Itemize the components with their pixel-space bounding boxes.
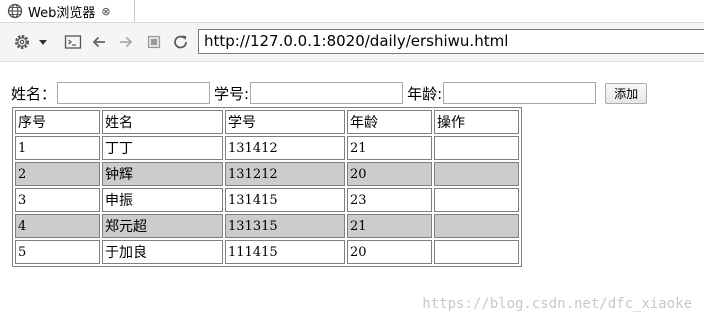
cell-no: 1 <box>15 136 100 160</box>
header-action: 操作 <box>434 110 519 134</box>
name-label: 姓名： <box>11 84 57 103</box>
cell-no: 3 <box>15 188 100 212</box>
back-icon[interactable] <box>90 33 108 51</box>
cell-age: 20 <box>347 162 432 186</box>
tab-title: Web浏览器 <box>28 5 96 21</box>
cell-student-id: 131415 <box>225 188 345 212</box>
add-student-form: 姓名： 学号: 年龄: 添加 <box>11 82 648 104</box>
cell-name: 郑元超 <box>102 214 223 238</box>
student-id-input[interactable] <box>250 82 404 104</box>
watermark: https://blog.csdn.net/dfc_xiaoke <box>422 296 692 312</box>
globe-icon <box>7 3 23 19</box>
name-input[interactable] <box>57 82 211 104</box>
cell-age: 20 <box>347 240 432 264</box>
forward-icon[interactable] <box>117 33 135 51</box>
cell-no: 5 <box>15 240 100 264</box>
add-button[interactable]: 添加 <box>605 82 648 104</box>
cell-student-id: 131412 <box>225 136 345 160</box>
table-row: 4 郑元超 131315 21 <box>15 214 519 238</box>
table-row: 2 钟辉 131212 20 <box>15 162 519 186</box>
cell-name: 丁丁 <box>102 136 223 160</box>
reload-icon[interactable] <box>172 33 190 51</box>
table-header-row: 序号 姓名 学号 年龄 操作 <box>15 110 519 134</box>
cell-student-id: 131212 <box>225 162 345 186</box>
header-age: 年龄 <box>347 110 432 134</box>
url-input[interactable]: http://127.0.0.1:8020/daily/ershiwu.html <box>198 29 704 54</box>
cell-action <box>434 214 519 238</box>
page-content: 姓名： 学号: 年龄: 添加 序号 姓名 学号 年龄 操作 1 丁丁 13141… <box>0 62 704 322</box>
table-row: 3 申振 131415 23 <box>15 188 519 212</box>
student-table: 序号 姓名 学号 年龄 操作 1 丁丁 131412 21 2 钟辉 13121… <box>12 107 522 267</box>
cell-no: 4 <box>15 214 100 238</box>
cell-student-id: 131315 <box>225 214 345 238</box>
cell-action <box>434 188 519 212</box>
cell-no: 2 <box>15 162 100 186</box>
cell-age: 21 <box>347 136 432 160</box>
cell-action <box>434 162 519 186</box>
cell-student-id: 111415 <box>225 240 345 264</box>
tab-strip: Web浏览器 ⊗ <box>0 0 704 23</box>
cell-name: 于加良 <box>102 240 223 264</box>
browser-tab[interactable]: Web浏览器 ⊗ <box>0 0 135 22</box>
header-name: 姓名 <box>102 110 223 134</box>
age-input[interactable] <box>443 82 597 104</box>
stop-icon[interactable] <box>145 33 163 51</box>
table-row: 1 丁丁 131412 21 <box>15 136 519 160</box>
cell-name: 申振 <box>102 188 223 212</box>
dropdown-icon[interactable] <box>37 33 49 51</box>
cell-name: 钟辉 <box>102 162 223 186</box>
cell-action <box>434 136 519 160</box>
cell-action <box>434 240 519 264</box>
gear-icon[interactable] <box>13 33 31 51</box>
close-icon[interactable]: ⊗ <box>101 5 110 18</box>
terminal-icon[interactable] <box>64 33 82 51</box>
table-row: 5 于加良 111415 20 <box>15 240 519 264</box>
student-id-label: 学号: <box>214 84 250 103</box>
cell-age: 23 <box>347 188 432 212</box>
header-no: 序号 <box>15 110 100 134</box>
header-student-id: 学号 <box>225 110 345 134</box>
cell-age: 21 <box>347 214 432 238</box>
age-label: 年龄: <box>407 84 443 103</box>
